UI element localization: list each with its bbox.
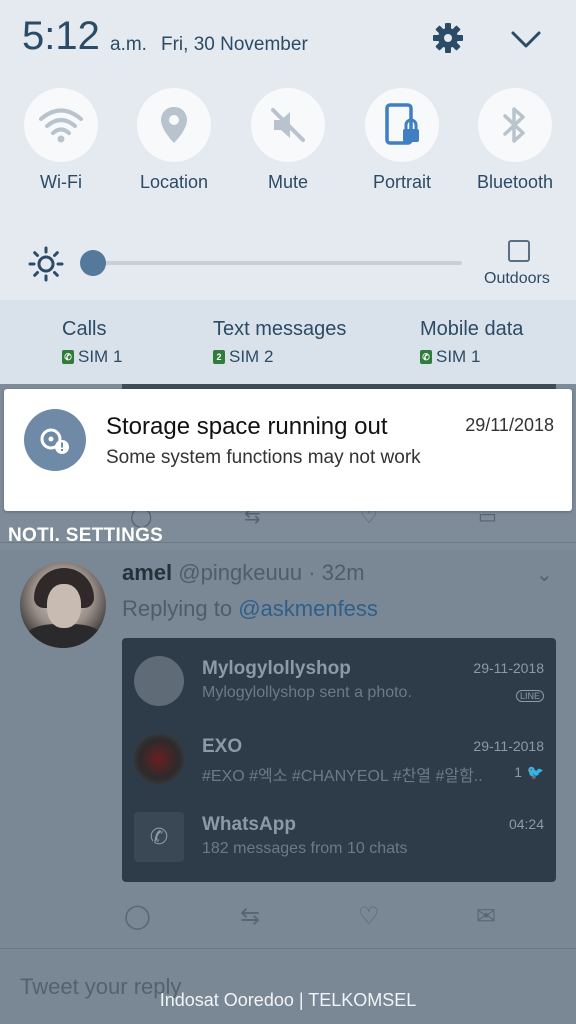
sim-text-messages[interactable]: Text messages 2 SIM 2 [213,318,346,367]
tile-wifi[interactable]: Wi-Fi [4,88,118,193]
card-row-text: 182 messages from 10 chats [202,840,408,857]
clock-time: 5:12 [22,14,100,58]
tweet-handle: @pingkeuuu [178,560,303,585]
card-row-count: 1 [514,764,522,780]
list-item: Mylogylollyshop Mylogylollyshop sent a p… [122,646,556,716]
reply-icon: ◯ [124,903,151,930]
like-icon: ♡ [358,903,380,930]
brightness-slider-handle[interactable] [80,250,106,276]
brightness-sun-icon [28,246,64,282]
sim-data-value: SIM 1 [436,347,481,366]
gear-icon[interactable] [430,20,466,56]
storage-notification[interactable]: Storage space running out 29/11/2018 Som… [4,389,572,511]
carrier-label: Indosat Ooredoo | TELKOMSEL [159,990,417,1010]
sim-calls-label: Calls [62,318,107,340]
list-item: ✆ WhatsApp 182 messages from 10 chats 04… [122,802,556,872]
outdoors-label: Outdoors [484,270,550,287]
card-row-title: Mylogylollyshop [202,658,351,679]
sim-phone-icon: ✆ [420,350,432,364]
card-row-date: 04:24 [508,816,544,832]
line-app-icon: LINE [515,690,544,702]
sim-2-icon: 2 [213,350,225,364]
sim-phone-icon: ✆ [62,350,74,364]
quick-settings-panel: 5:12 a.m. Fri, 30 November Wi-Fi Locatio… [0,0,576,300]
portrait-lock-icon [385,103,419,145]
notification-body: Some system functions may not work [106,447,421,468]
tile-label: Mute [267,172,309,192]
tile-bluetooth[interactable]: Bluetooth [458,88,572,193]
clock-date: Fri, 30 November [161,34,308,55]
tile-mute[interactable]: Mute [231,88,345,193]
chevron-down-icon[interactable] [508,22,544,58]
twitter-bird-icon: 🐦 [526,764,544,780]
card-row-title: EXO [202,736,243,757]
card-row-text: Mylogylollyshop sent a photo. [202,684,412,701]
sim-data-label: Mobile data [420,318,524,340]
tile-label: Portrait [372,172,432,192]
divider [0,948,576,949]
tile-portrait[interactable]: Portrait [345,88,459,193]
retweet-icon: ⇆ [240,903,261,930]
tile-label: Location [139,172,209,192]
sim-text-label: Text messages [213,318,347,340]
tweet-time: · 32m [308,560,365,585]
replying-prefix: Replying to [122,596,233,621]
mail-icon: ✉ [476,903,497,930]
notification-title: Storage space running out [106,413,388,440]
embedded-screenshot-card: Mylogylollyshop Mylogylollyshop sent a p… [122,638,556,882]
replying-mention: @askmenfess [238,596,378,621]
tweet-menu-chevron-icon: ⌄ [536,564,553,586]
tile-label: Bluetooth [476,172,554,192]
card-row-date: 29-11-2018 [473,738,544,754]
card-row-date: 29-11-2018 [473,660,544,676]
list-item: EXO #EXO #엑소 #CHANYEOL #찬열 #알함.. 29-11-2… [122,724,556,794]
background-action-row: ◯ ⇆ ♡ ✉ [0,902,576,932]
brightness-slider-track[interactable] [94,261,462,265]
avatar [20,562,106,648]
tweet-author: amel [122,560,173,585]
notification-date: 29/11/2018 [465,415,554,435]
tile-label: Wi-Fi [40,172,82,192]
replying-to: Replying to @askmenfess [122,596,378,622]
tweet-header: amel @pingkeuuu · 32m [122,560,365,586]
noti-settings-button[interactable]: NOTI. SETTINGS [8,525,163,547]
whatsapp-icon: ✆ [134,812,184,862]
sim-mobile-data[interactable]: Mobile data ✆ SIM 1 [420,318,523,367]
wifi-icon [39,108,83,143]
sim-calls[interactable]: Calls ✆ SIM 1 [62,318,122,367]
sim-text-value: SIM 2 [229,347,274,366]
sim-calls-value: SIM 1 [78,347,123,366]
outdoors-checkbox[interactable] [508,240,530,262]
card-row-title: WhatsApp [202,814,296,835]
card-row-text: #EXO #엑소 #CHANYEOL #찬열 #알함.. [202,768,483,785]
bluetooth-icon [503,107,525,143]
location-pin-icon [161,107,187,143]
tile-location[interactable]: Location [117,88,231,193]
exo-avatar-icon [134,734,184,784]
storage-warning-icon [24,409,86,471]
shop-logo-icon [134,656,184,706]
clock-ampm: a.m. [110,34,147,55]
mute-icon [271,108,305,142]
